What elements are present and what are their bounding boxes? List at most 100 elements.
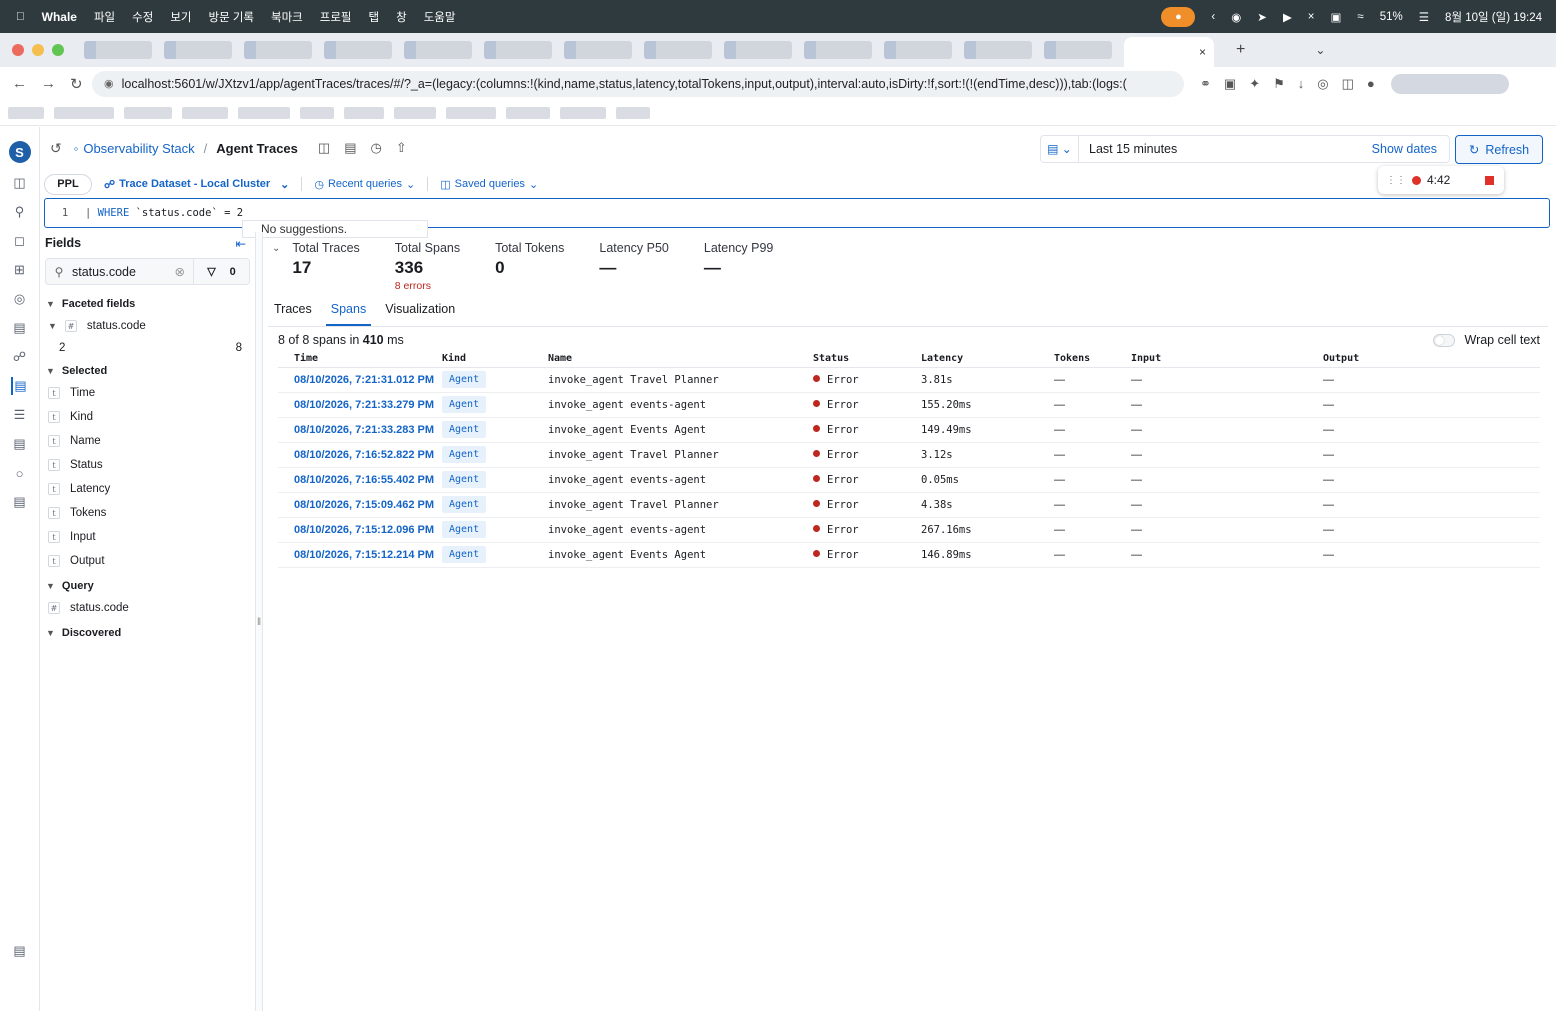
menu-item[interactable]: 북마크 bbox=[271, 9, 303, 25]
apple-icon[interactable]:  bbox=[16, 11, 25, 23]
recent-queries-button[interactable]: ◷ Recent queries ⌄ bbox=[314, 178, 415, 191]
app-name[interactable]: Whale bbox=[42, 10, 77, 24]
datetime[interactable]: 8월 10일 (일) 19:24 bbox=[1445, 9, 1542, 25]
dataset-selector[interactable]: ☍ Trace Dataset - Local Cluster ⌄ bbox=[104, 178, 289, 191]
column-header[interactable]: Tokens bbox=[1054, 350, 1131, 368]
refresh-button[interactable]: ↻ Refresh bbox=[1455, 135, 1543, 164]
field-search-input[interactable]: status.code bbox=[72, 265, 175, 279]
sliders-icon[interactable]: ☰ bbox=[11, 406, 29, 424]
column-header[interactable]: Output bbox=[1323, 350, 1540, 368]
span-time-link[interactable]: 08/10/2026, 7:16:52.822 PM bbox=[294, 449, 434, 461]
dock-icon[interactable]: ◫ bbox=[11, 174, 29, 192]
browser-tab[interactable] bbox=[484, 41, 552, 59]
tab-visualization[interactable]: Visualization bbox=[385, 300, 455, 326]
graph-icon[interactable]: ☍ bbox=[11, 348, 29, 366]
table-row[interactable]: 08/10/2026, 7:15:12.096 PM Agent invoke_… bbox=[278, 517, 1540, 543]
settings-icon[interactable]: ▤ bbox=[11, 942, 29, 960]
microphone-icon[interactable]: ● bbox=[1161, 6, 1196, 27]
apps-icon[interactable]: ⊞ bbox=[11, 261, 29, 279]
browser-tab[interactable] bbox=[804, 41, 872, 59]
selected-field[interactable]: t Output bbox=[40, 549, 254, 573]
browser-tab[interactable] bbox=[84, 41, 152, 59]
back-icon[interactable]: ← bbox=[12, 75, 27, 93]
close-tab-icon[interactable]: × bbox=[1199, 45, 1206, 59]
menu-item[interactable]: 보기 bbox=[170, 9, 191, 25]
clear-icon[interactable]: ⊗ bbox=[175, 264, 185, 279]
table-row[interactable]: 08/10/2026, 7:21:33.279 PM Agent invoke_… bbox=[278, 392, 1540, 418]
menu-item[interactable]: 탭 bbox=[369, 9, 380, 25]
storage-icon[interactable]: ▤ bbox=[11, 493, 29, 511]
selected-section[interactable]: ▼ Selected bbox=[40, 360, 254, 381]
column-header[interactable]: Name bbox=[548, 350, 813, 368]
browser-tab[interactable] bbox=[324, 41, 392, 59]
site-info-icon[interactable]: ◉ bbox=[104, 77, 114, 90]
span-time-link[interactable]: 08/10/2026, 7:21:33.283 PM bbox=[294, 424, 434, 436]
link-icon[interactable]: ⚭ bbox=[1200, 76, 1211, 92]
share-icon[interactable]: ⇧ bbox=[396, 140, 407, 156]
query-code[interactable]: | WHERE `status.code` = 2 bbox=[85, 207, 243, 219]
time-range[interactable]: Last 15 minutes bbox=[1089, 142, 1177, 156]
query-field[interactable]: # status.code bbox=[40, 596, 254, 620]
wrap-toggle[interactable] bbox=[1432, 333, 1455, 347]
browser-tab[interactable] bbox=[1044, 41, 1112, 59]
browser-tab[interactable] bbox=[884, 41, 952, 59]
bookmark[interactable] bbox=[560, 106, 606, 119]
collapse-sidebar-icon[interactable]: ⇤ bbox=[236, 236, 246, 251]
download-icon[interactable]: ↓ bbox=[1298, 76, 1305, 91]
faceted-section[interactable]: ▼ Faceted fields bbox=[40, 293, 254, 314]
bird-icon[interactable]: ➤ bbox=[1257, 10, 1267, 24]
wrap-cell-text[interactable]: Wrap cell text bbox=[1432, 333, 1540, 347]
discovered-section[interactable]: ▼ Discovered bbox=[40, 622, 254, 643]
bookmark[interactable] bbox=[616, 106, 650, 119]
bell-icon[interactable]: ◻ bbox=[11, 232, 29, 250]
close-window-icon[interactable] bbox=[12, 44, 24, 56]
active-browser-tab[interactable]: × bbox=[1124, 37, 1214, 67]
new-tab-icon[interactable]: + bbox=[1236, 41, 1245, 59]
sidebar-icon[interactable]: ◫ bbox=[1342, 76, 1354, 92]
column-header[interactable]: Kind bbox=[442, 350, 548, 368]
chat-icon[interactable]: ◉ bbox=[1231, 10, 1241, 24]
browser-tab[interactable] bbox=[964, 41, 1032, 59]
resize-handle[interactable]: ‖ bbox=[255, 232, 263, 1011]
browser-tab[interactable] bbox=[644, 41, 712, 59]
span-time-link[interactable]: 08/10/2026, 7:21:31.012 PM bbox=[294, 374, 434, 386]
tab-list-icon[interactable]: ⌄ bbox=[1315, 43, 1325, 57]
time-picker[interactable]: ▤ ⌄ Last 15 minutes Show dates bbox=[1040, 135, 1450, 163]
wifi-icon[interactable]: ≈ bbox=[1357, 11, 1363, 23]
save-icon[interactable]: ◫ bbox=[318, 140, 330, 156]
bookmark[interactable] bbox=[506, 106, 550, 119]
tab-traces[interactable]: Traces bbox=[274, 300, 312, 326]
collapse-stats-icon[interactable]: ⌄ bbox=[272, 243, 280, 254]
traces-icon[interactable]: ▤ bbox=[10, 377, 29, 395]
zoom-window-icon[interactable] bbox=[52, 44, 64, 56]
span-time-link[interactable]: 08/10/2026, 7:15:12.096 PM bbox=[294, 524, 434, 536]
search-icon[interactable]: ⚲ bbox=[11, 203, 29, 221]
input-source-icon[interactable]: ▣ bbox=[1331, 10, 1342, 24]
table-row[interactable]: 08/10/2026, 7:15:09.462 PM Agent invoke_… bbox=[278, 492, 1540, 518]
bookmark[interactable] bbox=[300, 106, 334, 119]
selected-field[interactable]: t Name bbox=[40, 429, 254, 453]
browser-tab[interactable] bbox=[244, 41, 312, 59]
selected-field[interactable]: t Kind bbox=[40, 405, 254, 429]
menu-item[interactable]: 프로필 bbox=[320, 9, 352, 25]
selected-field[interactable]: t Time bbox=[40, 381, 254, 405]
flag-icon[interactable]: ⚑ bbox=[1273, 76, 1285, 92]
puzzle-icon[interactable]: ✦ bbox=[1249, 76, 1260, 92]
drag-handle-icon[interactable]: ⋮⋮ bbox=[1386, 175, 1406, 186]
language-toggle[interactable]: PPL bbox=[44, 173, 92, 195]
mute-icon[interactable]: × bbox=[1308, 11, 1315, 23]
reload-icon[interactable]: ↻ bbox=[70, 75, 83, 93]
chart-icon[interactable]: ▤ bbox=[11, 319, 29, 337]
breadcrumb-root[interactable]: Observability Stack bbox=[83, 141, 194, 156]
facet-value-row[interactable]: 28 bbox=[40, 338, 254, 358]
selected-field[interactable]: t Latency bbox=[40, 477, 254, 501]
bookmark[interactable] bbox=[182, 106, 228, 119]
browser-tab[interactable] bbox=[404, 41, 472, 59]
calendar-icon[interactable]: ▤ ⌄ bbox=[1041, 136, 1079, 162]
selected-field[interactable]: t Tokens bbox=[40, 501, 254, 525]
menu-item[interactable]: 창 bbox=[396, 9, 407, 25]
show-dates-button[interactable]: Show dates bbox=[1372, 142, 1437, 156]
field-filter-button[interactable]: ▽ 0 bbox=[193, 259, 249, 284]
query-section[interactable]: ▼ Query bbox=[40, 575, 254, 596]
bookmark[interactable] bbox=[446, 106, 496, 119]
